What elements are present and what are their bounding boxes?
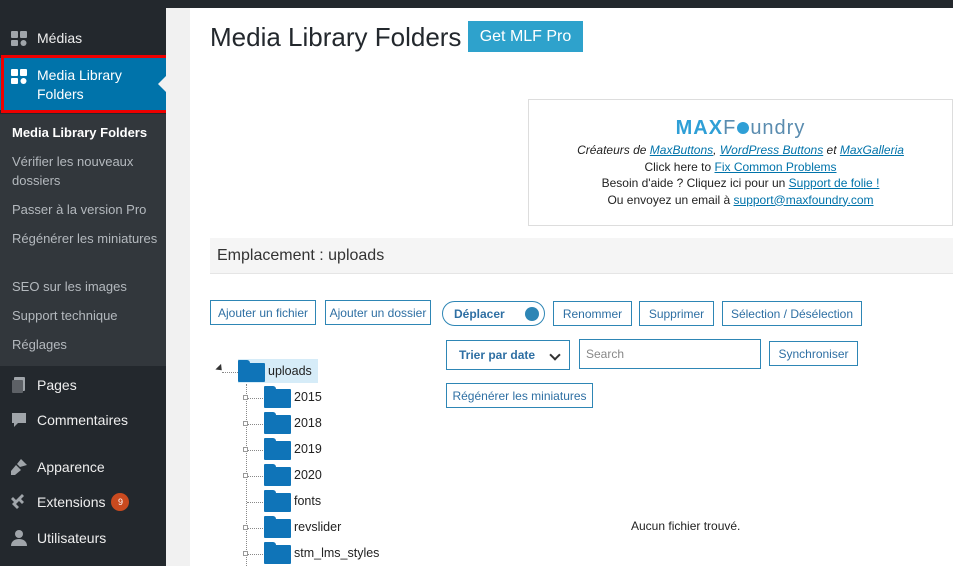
tree-node-uploads[interactable]: uploads: [238, 359, 318, 383]
gear-icon: [737, 122, 750, 134]
media-icon: [9, 28, 29, 48]
toggle-knob: [525, 307, 539, 321]
add-folder-button[interactable]: Ajouter un dossier: [325, 300, 431, 325]
tree-node-2020[interactable]: 2020: [264, 463, 322, 487]
folder-icon: [264, 516, 291, 538]
chevron-down-icon: [549, 349, 561, 361]
submenu-item-settings[interactable]: Réglages: [12, 335, 162, 354]
empty-files-message: Aucun fichier trouvé.: [631, 519, 741, 533]
submenu-item-check-new-folders[interactable]: Vérifier les nouveaux dossiers: [12, 152, 162, 190]
tree-toggle-icon[interactable]: [243, 421, 248, 426]
support-email-link[interactable]: support@maxfoundry.com: [734, 193, 874, 207]
tree-toggle-icon[interactable]: [243, 447, 248, 452]
tree-toggle-icon[interactable]: [243, 395, 248, 400]
folder-icon: [264, 542, 291, 564]
select-deselect-button[interactable]: Sélection / Désélection: [722, 301, 862, 326]
search-input[interactable]: [579, 339, 761, 369]
tree-toggle-icon[interactable]: [243, 525, 248, 530]
delete-button[interactable]: Supprimer: [639, 301, 714, 326]
submenu-item-upgrade-pro[interactable]: Passer à la version Pro: [12, 200, 162, 219]
tree-toggle-icon[interactable]: [243, 473, 248, 478]
folder-label: 2019: [294, 442, 322, 456]
rename-button[interactable]: Renommer: [553, 301, 632, 326]
sort-select[interactable]: Trier par date: [446, 340, 570, 370]
sidebar-item-users[interactable]: Utilisateurs: [0, 520, 166, 556]
users-icon: [9, 528, 29, 548]
tree-node-2015[interactable]: 2015: [264, 385, 322, 409]
tree-node-2018[interactable]: 2018: [264, 411, 322, 435]
move-copy-toggle[interactable]: Déplacer: [442, 301, 545, 326]
support-line: Besoin d'aide ? Cliquez ici pour un Supp…: [601, 176, 880, 190]
get-pro-button[interactable]: Get MLF Pro: [468, 21, 583, 52]
tree-toggle-icon[interactable]: [243, 551, 248, 556]
folder-label: revslider: [294, 520, 342, 534]
submenu-item-image-seo[interactable]: SEO sur les images: [12, 277, 162, 296]
location-bar: Emplacement : uploads: [210, 238, 953, 274]
folder-label: uploads: [268, 364, 312, 378]
email-line: Ou envoyez un email à support@maxfoundry…: [607, 192, 874, 207]
fix-problems-line: Click here to Fix Common Problems: [644, 159, 837, 174]
page-title: Media Library Folders: [210, 22, 462, 52]
submenu-item-support[interactable]: Support technique: [12, 306, 162, 325]
sidebar-item-appearance[interactable]: Apparence: [0, 449, 166, 485]
support-link[interactable]: Support de folie !: [789, 176, 880, 190]
wordpress-buttons-link[interactable]: WordPress Buttons: [720, 143, 823, 157]
appearance-icon: [9, 457, 29, 477]
sidebar-item-plugins[interactable]: Extensions 9: [0, 484, 166, 520]
update-count-badge: 9: [111, 493, 130, 511]
folder-label: 2015: [294, 390, 322, 404]
sidebar-item-label: Médias: [37, 30, 83, 46]
add-file-button[interactable]: Ajouter un fichier: [210, 300, 316, 325]
sidebar-item-comments[interactable]: Commentaires: [0, 402, 166, 438]
highlight-box: [1, 55, 171, 113]
submenu-item-regenerate-thumbnails[interactable]: Régénérer les miniatures: [12, 229, 162, 248]
plugins-icon: [9, 492, 29, 512]
tree-node-fonts[interactable]: fonts: [264, 489, 321, 513]
submenu-item-media-library-folders[interactable]: Media Library Folders: [12, 123, 162, 142]
sync-button[interactable]: Synchroniser: [769, 341, 858, 366]
maxgalleria-link[interactable]: MaxGalleria: [840, 143, 904, 157]
comments-icon: [9, 410, 29, 430]
sort-select-value: Trier par date: [459, 348, 536, 362]
folder-icon: [264, 386, 291, 408]
folder-label: 2018: [294, 416, 322, 430]
folder-label: fonts: [294, 494, 322, 508]
tree-node-stm-lms-styles[interactable]: stm_lms_styles: [264, 541, 379, 565]
sidebar-item-pages[interactable]: Pages: [0, 367, 166, 403]
folder-label: stm_lms_styles: [294, 546, 380, 560]
sidebar-item-label: Apparence: [37, 459, 105, 475]
sidebar-item-media[interactable]: Médias: [0, 20, 166, 56]
pages-icon: [9, 375, 29, 395]
maxbuttons-link[interactable]: MaxButtons: [650, 143, 713, 157]
admin-bar: [0, 0, 953, 8]
tree-node-revslider[interactable]: revslider: [264, 515, 341, 539]
move-toggle-label: Déplacer: [454, 306, 505, 321]
folder-icon: [264, 438, 291, 460]
folder-icon: [264, 412, 291, 434]
sidebar-item-label: Utilisateurs: [37, 530, 107, 546]
sidebar-submenu: Media Library Folders Vérifier les nouve…: [0, 114, 166, 366]
maxfoundry-info-box: MAX Fundry Créateurs de MaxButtons, WordP…: [528, 99, 953, 226]
fix-problems-link[interactable]: Fix Common Problems: [715, 160, 837, 174]
maxfoundry-logo: MAX Fundry: [675, 116, 806, 139]
sidebar-item-label: Commentaires: [37, 412, 129, 428]
regenerate-thumbnails-button[interactable]: Régénérer les miniatures: [446, 383, 593, 408]
credits-line: Créateurs de MaxButtons, WordPress Butto…: [577, 143, 904, 157]
sidebar-item-label: Pages: [37, 377, 77, 393]
folder-icon: [264, 464, 291, 486]
folder-label: 2020: [294, 468, 322, 482]
sidebar-item-label: Extensions: [37, 494, 106, 510]
tree-node-2019[interactable]: 2019: [264, 437, 322, 461]
folder-icon: [238, 360, 265, 382]
folder-icon: [264, 490, 291, 512]
